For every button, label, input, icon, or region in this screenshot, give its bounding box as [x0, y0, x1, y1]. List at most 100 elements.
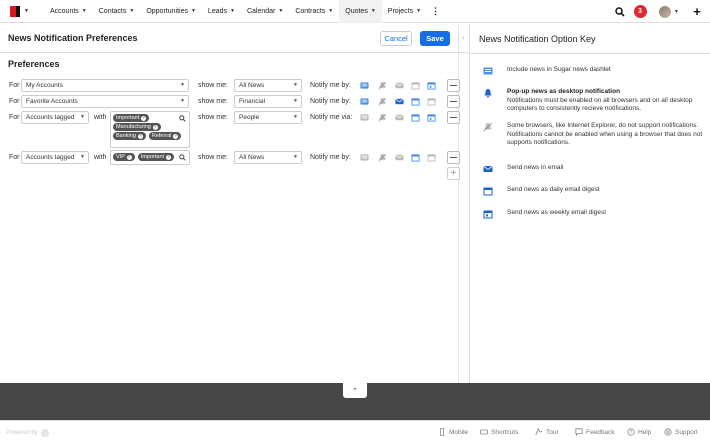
footer-tour-link[interactable]: Tour: [535, 428, 559, 436]
tags-input[interactable]: VIP × Important ×: [110, 150, 190, 165]
chevron-down-icon: ▼: [80, 154, 85, 160]
dashlet-toggle-icon[interactable]: [360, 113, 369, 122]
remove-tag-icon[interactable]: ×: [166, 154, 172, 160]
footer-support-link[interactable]: Support: [664, 428, 698, 436]
email-icon[interactable]: [395, 81, 404, 90]
remove-tag-icon[interactable]: ×: [141, 115, 147, 121]
calendar-weekly-icon[interactable]: [427, 97, 436, 106]
tag-label: Banking: [116, 133, 136, 139]
dashlet-toggle-icon[interactable]: [360, 97, 369, 106]
footer-expand-button[interactable]: ⌃: [343, 383, 367, 398]
email-icon[interactable]: [395, 113, 404, 122]
key-item-title: Send news in email: [507, 164, 564, 171]
with-label: with: [94, 114, 107, 121]
bell-off-icon[interactable]: [378, 113, 387, 122]
email-icon[interactable]: [395, 97, 404, 106]
nav-accounts[interactable]: Accounts ▼: [44, 0, 93, 23]
footer-link-label: Help: [638, 428, 652, 436]
nav-quotes[interactable]: Quotes ▼: [339, 0, 382, 23]
for-label: For: [9, 154, 20, 161]
for-select[interactable]: Accounts tagged ▼: [21, 151, 89, 164]
calendar-daily-icon[interactable]: [411, 153, 420, 162]
notification-badge: 3: [633, 5, 647, 18]
show-me-select[interactable]: Financial ▼: [234, 95, 302, 108]
key-item-weekly-digest: Send news as weekly email digest: [483, 209, 708, 219]
dashlet-toggle-icon[interactable]: [360, 153, 369, 162]
nav-projects[interactable]: Projects ▼: [382, 0, 427, 23]
top-navigation: ▼ Accounts ▼ Contacts ▼ Opportunities ▼ Lea…: [0, 0, 710, 23]
calendar-daily-icon: [483, 187, 493, 196]
nav-opportunities[interactable]: Opportunities ▼: [140, 0, 202, 23]
bell-off-icon[interactable]: [378, 153, 387, 162]
dashlet-toggle-icon[interactable]: [360, 81, 369, 90]
save-button[interactable]: Save: [420, 31, 450, 46]
email-icon[interactable]: [395, 153, 404, 162]
tag-label: Important: [140, 154, 165, 160]
key-item-email: Send news in email: [483, 164, 708, 174]
bell-off-icon[interactable]: [378, 97, 387, 106]
calendar-daily-icon[interactable]: [411, 81, 420, 90]
chevron-down-icon: ▼: [293, 114, 298, 120]
for-select[interactable]: Favorite Accounts ▼: [21, 95, 189, 108]
option-key-panel: News Notification Option Key Include new…: [469, 24, 710, 383]
for-select[interactable]: Accounts tagged ▼: [21, 111, 89, 124]
chevron-down-icon: ▼: [80, 114, 85, 120]
nav-label: Contacts: [98, 7, 127, 15]
tags-input[interactable]: Important × Manufacturing × Banking × Refer…: [110, 111, 190, 148]
remove-tag-icon[interactable]: ×: [152, 124, 158, 130]
cancel-button[interactable]: Cancel: [380, 31, 412, 46]
show-me-label: show me:: [198, 114, 228, 121]
nav-label: Projects: [387, 7, 414, 15]
nav-contacts[interactable]: Contacts ▼: [93, 0, 141, 23]
more-menu-icon[interactable]: ⋮: [427, 0, 444, 23]
bell-off-icon[interactable]: [378, 81, 387, 90]
footer-help-link[interactable]: ? Help: [627, 428, 651, 436]
nav-label: Accounts: [50, 7, 79, 15]
powered-by[interactable]: Powered by: [6, 429, 49, 437]
minus-icon: [450, 84, 457, 87]
tour-icon: [535, 428, 543, 436]
calendar-weekly-icon[interactable]: [427, 81, 436, 90]
divider: [470, 53, 710, 54]
remove-tag-icon[interactable]: ×: [137, 133, 143, 139]
show-me-select[interactable]: All News ▼: [234, 79, 302, 92]
add-icon[interactable]: +: [684, 0, 710, 23]
nav-label: Calendar: [246, 7, 276, 15]
calendar-weekly-icon[interactable]: [427, 153, 436, 162]
nav-calendar[interactable]: Calendar ▼: [241, 0, 289, 23]
show-me-label: show me:: [198, 154, 228, 161]
sidepanel-toggle[interactable]: ›: [458, 24, 468, 383]
user-menu[interactable]: ▼: [654, 0, 684, 23]
remove-row-button[interactable]: [447, 111, 460, 124]
calendar-daily-icon[interactable]: [411, 97, 420, 106]
notifications-button[interactable]: 3: [630, 0, 650, 23]
footer-mobile-link[interactable]: Mobile: [438, 428, 468, 436]
remove-row-button[interactable]: [447, 151, 460, 164]
show-me-select[interactable]: All News ▼: [234, 151, 302, 164]
page-title: News Notification Preferences: [8, 33, 138, 43]
show-me-select[interactable]: People ▼: [234, 111, 302, 124]
email-icon: [483, 165, 493, 172]
footer-feedback-link[interactable]: Feedback: [575, 428, 615, 436]
remove-row-button[interactable]: [447, 95, 460, 108]
chevron-down-icon: ▼: [129, 8, 135, 14]
avatar: [659, 5, 672, 18]
nav-leads[interactable]: Leads ▼: [202, 0, 241, 23]
nav-contracts[interactable]: Contracts ▼: [289, 0, 339, 23]
add-row-button[interactable]: +: [447, 167, 460, 180]
tag-chip: Important ×: [113, 114, 150, 122]
nav-label: Leads: [207, 7, 227, 15]
tag-chip: VIP ×: [113, 153, 135, 161]
calendar-weekly-icon[interactable]: [427, 113, 436, 122]
calendar-weekly-icon: [483, 210, 493, 219]
search-icon[interactable]: [610, 0, 630, 23]
search-icon: [179, 115, 186, 122]
key-item-desc: Some browsers, like Internet Explorer, d…: [507, 122, 703, 146]
remove-row-button[interactable]: [447, 79, 460, 92]
footer-shortcuts-link[interactable]: Shortcuts: [480, 428, 518, 436]
remove-tag-icon[interactable]: ×: [126, 154, 132, 160]
calendar-daily-icon[interactable]: [411, 113, 420, 122]
sugar-logo[interactable]: ▼: [0, 0, 38, 23]
remove-tag-icon[interactable]: ×: [173, 133, 179, 139]
for-select[interactable]: My Accounts ▼: [21, 79, 189, 92]
